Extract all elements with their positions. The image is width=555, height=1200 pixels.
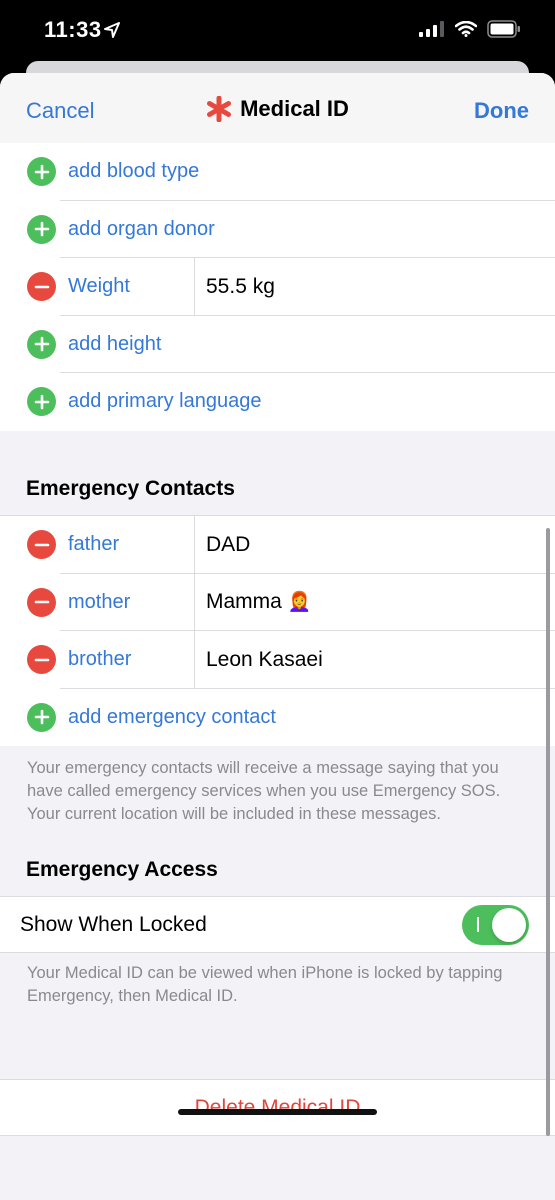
row-label: add emergency contact xyxy=(68,705,276,728)
contact-row-mother[interactable]: mother Mamma 👩‍🦰 xyxy=(0,573,555,631)
emergency-access-header: Emergency Access xyxy=(26,858,218,881)
row-label: add primary language xyxy=(68,390,262,413)
show-when-locked-label: Show When Locked xyxy=(20,913,207,936)
emergency-contacts-group: father DAD mother Mamma 👩‍🦰 brother Leon… xyxy=(0,515,555,746)
status-time: 11:33 xyxy=(44,17,102,42)
row-label: add blood type xyxy=(68,160,200,183)
show-when-locked-row: Show When Locked xyxy=(0,896,555,953)
row-label: add organ donor xyxy=(68,217,215,240)
emergency-contacts-footnote: Your emergency contacts will receive a m… xyxy=(27,759,501,823)
contact-row-father[interactable]: father DAD xyxy=(0,516,555,574)
home-indicator[interactable] xyxy=(178,1109,377,1115)
contact-name[interactable]: Leon Kasaei xyxy=(206,648,323,672)
status-bar: 11:33 xyxy=(0,0,555,60)
contact-row-brother[interactable]: brother Leon Kasaei xyxy=(0,631,555,689)
contact-name[interactable]: DAD xyxy=(206,533,250,557)
add-icon[interactable] xyxy=(27,157,56,186)
woman-emoji-icon: 👩‍🦰 xyxy=(287,592,312,614)
remove-icon[interactable] xyxy=(27,645,56,674)
contact-name-wrapper[interactable]: Mamma 👩‍🦰 xyxy=(206,590,311,614)
delete-medical-id-label: Delete Medical ID xyxy=(194,1096,361,1119)
row-add-height[interactable]: add height xyxy=(0,316,555,373)
remove-icon[interactable] xyxy=(27,530,56,559)
emergency-access-footnote: Your Medical ID can be viewed when iPhon… xyxy=(27,964,503,1005)
row-add-emergency-contact[interactable]: add emergency contact xyxy=(0,689,555,747)
wifi-icon xyxy=(455,21,477,37)
add-icon[interactable] xyxy=(27,329,56,359)
delete-medical-id-button[interactable]: Delete Medical ID xyxy=(0,1079,555,1136)
done-button[interactable]: Done xyxy=(474,98,529,124)
contact-relation[interactable]: brother xyxy=(68,648,131,671)
nav-bar: Cancel Medical ID Done xyxy=(0,73,555,147)
row-add-blood-type[interactable]: add blood type xyxy=(0,143,555,201)
add-icon[interactable] xyxy=(27,214,56,244)
remove-icon[interactable] xyxy=(27,272,56,301)
page-title-text: Medical ID xyxy=(240,96,349,121)
cellular-signal-icon xyxy=(419,21,444,37)
emergency-contacts-header: Emergency Contacts xyxy=(26,477,235,500)
contact-relation[interactable]: mother xyxy=(68,591,130,614)
scroll-indicator[interactable] xyxy=(546,528,550,1136)
row-add-organ-donor[interactable]: add organ donor xyxy=(0,201,555,258)
weight-value[interactable]: 55.5 kg xyxy=(206,275,275,299)
location-arrow-icon xyxy=(104,22,120,38)
battery-icon xyxy=(487,20,520,38)
contact-name: Mamma xyxy=(206,590,282,614)
contact-relation[interactable]: father xyxy=(68,533,119,556)
row-add-primary-language[interactable]: add primary language xyxy=(0,373,555,431)
row-weight[interactable]: Weight 55.5 kg xyxy=(0,258,555,316)
add-icon[interactable] xyxy=(27,702,56,732)
page-title: Medical ID xyxy=(0,96,555,122)
medical-star-icon xyxy=(207,96,232,122)
row-label: add height xyxy=(68,332,162,355)
remove-icon[interactable] xyxy=(27,587,56,617)
row-label: Weight xyxy=(68,275,130,298)
add-icon[interactable] xyxy=(27,387,56,416)
show-when-locked-toggle[interactable] xyxy=(462,905,529,945)
medical-details-group: add blood type add organ donor Weight 55… xyxy=(0,143,555,431)
medical-id-sheet: Cancel Medical ID Done add blood type ad… xyxy=(0,73,555,1200)
